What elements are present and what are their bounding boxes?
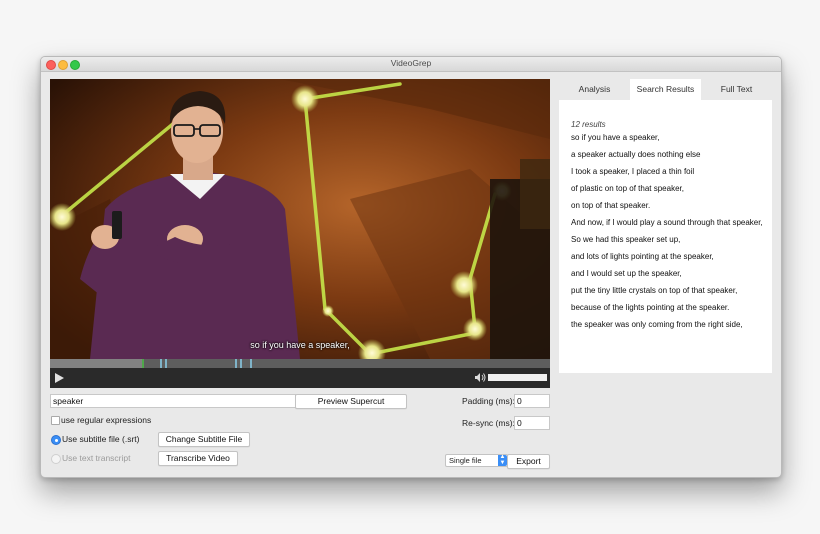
result-item[interactable]: I took a speaker, I placed a thin foil xyxy=(571,167,766,177)
result-item[interactable]: and lots of lights pointing at the speak… xyxy=(571,252,766,262)
padding-label: Padding (ms): xyxy=(462,396,515,406)
result-item[interactable]: because of the lights pointing at the sp… xyxy=(571,303,766,313)
results-count: 12 results xyxy=(571,120,606,129)
video-subtitle: so if you have a speaker, xyxy=(250,340,350,350)
video-frame-image xyxy=(50,79,550,359)
results-list: so if you have a speaker, a speaker actu… xyxy=(571,133,766,337)
padding-input[interactable]: 0 xyxy=(514,394,550,408)
result-item[interactable]: so if you have a speaker, xyxy=(571,133,766,143)
preview-supercut-button[interactable]: Preview Supercut xyxy=(295,394,407,409)
result-item[interactable]: of plastic on top of that speaker, xyxy=(571,184,766,194)
output-mode-value: Single file xyxy=(449,456,482,465)
resync-input[interactable]: 0 xyxy=(514,416,550,430)
result-item[interactable]: and I would set up the speaker, xyxy=(571,269,766,279)
timeline-marker xyxy=(160,359,162,368)
volume-icon[interactable] xyxy=(474,372,486,383)
search-results-panel: 12 results so if you have a speaker, a s… xyxy=(559,100,772,373)
tab-analysis[interactable]: Analysis xyxy=(559,79,630,100)
timeline-marker xyxy=(250,359,252,368)
change-subtitle-button[interactable]: Change Subtitle File xyxy=(158,432,250,447)
result-item[interactable]: the speaker was only coming from the rig… xyxy=(571,320,766,330)
right-panel-tabs: Analysis Search Results Full Text xyxy=(559,79,772,100)
timeline-marker xyxy=(235,359,237,368)
title-bar: VideoGrep xyxy=(41,57,781,72)
export-button[interactable]: Export xyxy=(507,454,550,469)
tab-full-text[interactable]: Full Text xyxy=(701,79,772,100)
timeline-played xyxy=(50,359,142,368)
video-timeline[interactable] xyxy=(50,359,550,368)
timeline-marker xyxy=(142,359,144,368)
transcribe-video-button[interactable]: Transcribe Video xyxy=(158,451,238,466)
resync-label: Re-sync (ms): xyxy=(462,418,515,428)
result-item[interactable]: And now, if I would play a sound through… xyxy=(571,218,766,228)
result-item[interactable]: a speaker actually does nothing else xyxy=(571,150,766,160)
subtitle-file-label: Use subtitle file (.srt) xyxy=(62,434,140,444)
result-item[interactable]: on top of that speaker. xyxy=(571,201,766,211)
timeline-marker xyxy=(240,359,242,368)
timeline-marker xyxy=(165,359,167,368)
updown-chevron-icon: ▲ ▼ xyxy=(498,454,507,466)
text-transcript-radio[interactable] xyxy=(51,454,61,464)
video-controls xyxy=(50,368,550,388)
play-icon[interactable] xyxy=(55,373,64,383)
result-item[interactable]: So we had this speaker set up, xyxy=(571,235,766,245)
search-input[interactable] xyxy=(50,394,296,408)
result-item[interactable]: put the tiny little crystals on top of t… xyxy=(571,286,766,296)
output-mode-select[interactable]: Single file ▲ ▼ xyxy=(445,454,508,467)
app-window: VideoGrep so if you have a speaker, spea… xyxy=(40,56,782,478)
window-title: VideoGrep xyxy=(390,58,432,68)
regex-label: use regular expressions xyxy=(61,415,152,425)
text-transcript-label: Use text transcript xyxy=(62,453,131,463)
video-player[interactable]: so if you have a speaker, xyxy=(50,79,550,359)
volume-slider[interactable] xyxy=(488,374,547,381)
tab-search-results[interactable]: Search Results xyxy=(630,79,701,100)
subtitle-file-radio[interactable] xyxy=(51,435,61,445)
regex-checkbox[interactable] xyxy=(51,416,60,425)
